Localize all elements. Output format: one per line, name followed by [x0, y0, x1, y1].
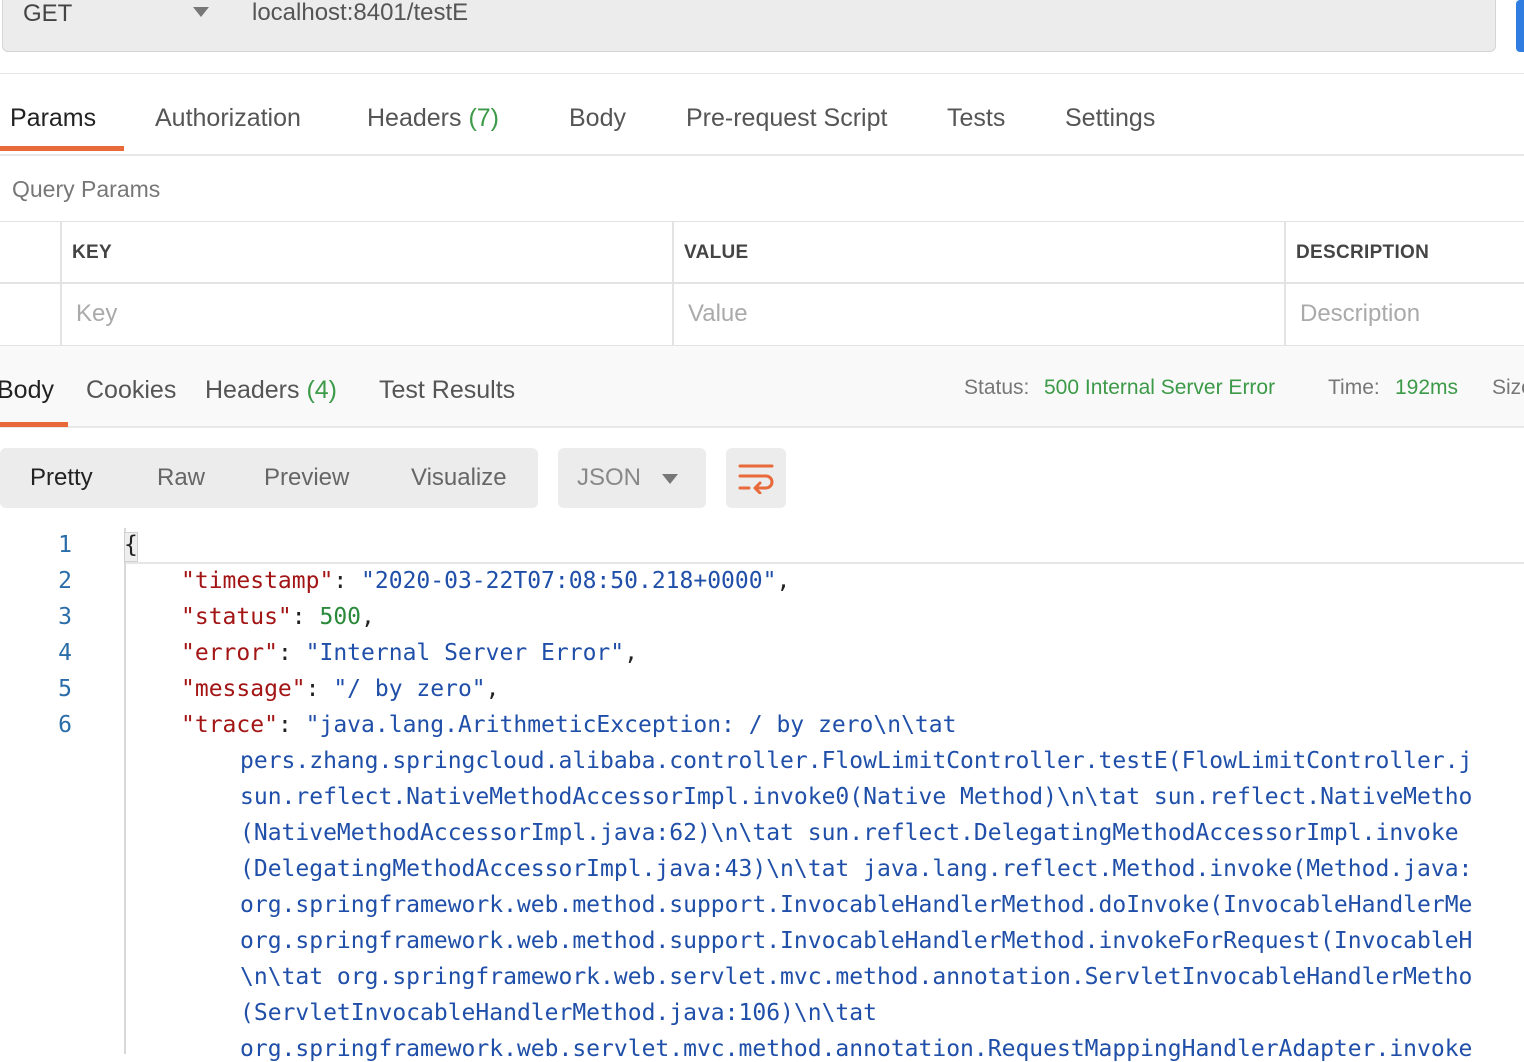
line-number: 1 [58, 532, 72, 558]
table-header-row: KEY VALUE DESCRIPTION [0, 222, 1524, 284]
trace-line: org.springframework.web.method.support.I… [240, 892, 1473, 918]
size-label: Size [1492, 376, 1524, 399]
tab-params[interactable]: Params [10, 104, 96, 133]
view-mode-tabs: Pretty Raw Preview Visualize [0, 448, 538, 508]
trace-line: pers.zhang.springcloud.alibaba.controlle… [240, 748, 1473, 774]
status-value[interactable]: 500 Internal Server Error [1044, 376, 1275, 400]
format-label: JSON [577, 464, 642, 491]
key-input[interactable]: Key [76, 300, 117, 328]
method-select[interactable]: GET [2, 0, 232, 52]
line-number: 6 [58, 712, 72, 738]
response-tab-body[interactable]: Body [0, 376, 54, 405]
active-tab-indicator [0, 146, 124, 151]
json-line: "message": "/ by zero", [181, 676, 500, 702]
view-raw[interactable]: Raw [157, 464, 205, 492]
tab-body[interactable]: Body [569, 104, 626, 133]
json-line: "status": 500, [181, 604, 375, 630]
query-params-table: KEY VALUE DESCRIPTION Key Value Descript… [0, 221, 1524, 346]
request-bar: GET localhost:8401/testE [0, 0, 1524, 74]
format-select[interactable]: JSON [558, 448, 706, 508]
trace-line: (DelegatingMethodAccessorImpl.java:43)\n… [240, 856, 1473, 882]
json-key: "timestamp" [181, 568, 334, 594]
chevron-down-icon [193, 7, 209, 17]
line-number: 2 [58, 568, 72, 594]
line-number: 3 [58, 604, 72, 630]
chevron-down-icon [662, 474, 678, 484]
json-key: "trace" [181, 712, 278, 738]
trace-line: \n\tat org.springframework.web.servlet.m… [240, 964, 1473, 990]
json-open-brace: { [124, 532, 138, 558]
json-line: "timestamp": "2020-03-22T07:08:50.218+00… [181, 568, 791, 594]
tab-headers-label: Headers [367, 104, 462, 132]
column-divider [672, 222, 674, 346]
response-tab-cookies[interactable]: Cookies [86, 376, 176, 405]
column-header-description: DESCRIPTION [1296, 242, 1430, 263]
status-label: Status: [964, 376, 1030, 399]
send-button[interactable] [1516, 0, 1524, 52]
column-divider [60, 222, 62, 346]
active-response-tab-indicator [0, 422, 68, 427]
response-tab-headers[interactable]: Headers (4) [205, 376, 337, 405]
tab-authorization[interactable]: Authorization [155, 104, 301, 133]
trace-line: (NativeMethodAccessorImpl.java:62)\n\tat… [240, 820, 1459, 846]
response-tab-headers-label: Headers [205, 376, 300, 404]
json-string-value: "2020-03-22T07:08:50.218+0000" [361, 568, 777, 594]
column-divider [1284, 222, 1286, 346]
view-visualize[interactable]: Visualize [411, 464, 507, 492]
column-header-key: KEY [72, 242, 112, 263]
column-header-value: VALUE [684, 242, 749, 263]
time-label: Time: [1328, 376, 1380, 399]
response-body-editor[interactable]: 1 2 3 4 5 6 { "timestamp": "2020-03-22T0… [0, 528, 1524, 1062]
trace-line: org.springframework.web.servlet.mvc.meth… [240, 1036, 1473, 1062]
trace-line: (ServletInvocableHandlerMethod.java:106)… [240, 1000, 877, 1026]
method-label: GET [23, 0, 73, 27]
json-line: "trace": "java.lang.ArithmeticException:… [181, 712, 957, 738]
response-bar: Body Cookies Headers (4) Test Results St… [0, 346, 1524, 428]
json-line: "error": "Internal Server Error", [181, 640, 638, 666]
url-text: localhost:8401/testE [252, 0, 469, 26]
line-number: 5 [58, 676, 72, 702]
tab-settings[interactable]: Settings [1065, 104, 1155, 133]
tab-headers-count: (7) [468, 104, 500, 132]
url-input[interactable]: localhost:8401/testE [231, 0, 1496, 52]
trace-line: sun.reflect.NativeMethodAccessorImpl.inv… [240, 784, 1473, 810]
json-key: "status" [181, 604, 292, 630]
json-string-value: "Internal Server Error" [305, 640, 625, 666]
tab-pre-request-script[interactable]: Pre-request Script [686, 104, 887, 133]
time-value[interactable]: 192ms [1395, 376, 1458, 400]
response-tab-headers-count: (4) [306, 376, 338, 404]
view-pretty[interactable]: Pretty [30, 464, 93, 492]
request-tabs: Params Authorization Headers (7) Body Pr… [0, 74, 1524, 156]
json-string-value: "java.lang.ArithmeticException: / by zer… [305, 712, 957, 738]
active-line-highlight [124, 528, 1524, 564]
query-params-title: Query Params [12, 176, 161, 202]
trace-line: org.springframework.web.method.support.I… [240, 928, 1473, 954]
json-string-value: "/ by zero" [333, 676, 486, 702]
response-tab-test-results[interactable]: Test Results [379, 376, 515, 405]
line-number: 4 [58, 640, 72, 666]
tab-headers[interactable]: Headers (7) [367, 104, 499, 133]
value-input[interactable]: Value [688, 300, 748, 328]
wrap-lines-icon [738, 464, 774, 494]
description-input[interactable]: Description [1300, 300, 1420, 328]
json-key: "message" [181, 676, 306, 702]
gutter-divider [124, 528, 126, 1054]
wrap-lines-button[interactable] [726, 448, 786, 508]
tab-tests[interactable]: Tests [947, 104, 1005, 133]
json-number-value: 500 [319, 604, 362, 630]
json-key: "error" [181, 640, 278, 666]
view-preview[interactable]: Preview [264, 464, 349, 492]
